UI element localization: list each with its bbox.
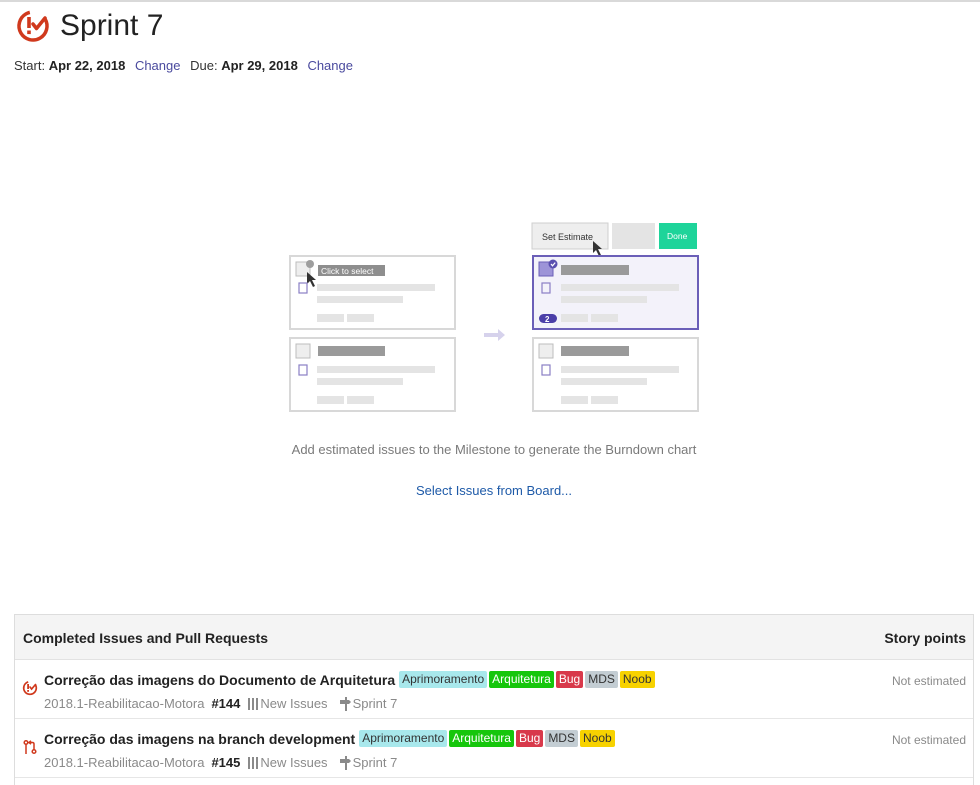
issue-title-line: Correção das imagens na branch developme… <box>44 730 617 747</box>
burndown-empty-illustration: Click to select Set Estimate Done 2 <box>289 222 699 412</box>
pipeline-name: New Issues <box>260 755 328 770</box>
empty-state-message: Add estimated issues to the Milestone to… <box>291 442 697 457</box>
repo-name[interactable]: 2018.1-Reabilitacao-Motora <box>44 696 204 711</box>
issue-number[interactable]: #145 <box>211 755 240 770</box>
panel-header: Completed Issues and Pull Requests Story… <box>15 615 973 660</box>
label-bug[interactable]: Bug <box>515 730 544 747</box>
estimate-badge-text: 2 <box>545 315 550 324</box>
select-issues-link[interactable]: Select Issues from Board... <box>416 483 572 498</box>
milestone-signpost-icon <box>339 696 351 711</box>
pull-request-icon <box>23 739 37 755</box>
completed-issues-panel: Completed Issues and Pull Requests Story… <box>14 614 974 785</box>
illustration-card-selected: 2 <box>532 255 699 330</box>
issue-title[interactable]: Correção das imagens do Documento de Arq… <box>44 672 395 688</box>
done-text: Done <box>667 231 688 241</box>
issue-meta: 2018.1-Reabilitacao-Motora #145 New Issues… <box>44 755 397 770</box>
label-aprimoramento[interactable]: Aprimoramento <box>399 671 488 688</box>
label-arquitetura[interactable]: Arquitetura <box>449 730 514 747</box>
change-due-link[interactable]: Change <box>307 58 353 73</box>
story-points-value[interactable]: Not estimated <box>892 733 966 747</box>
due-date: Apr 29, 2018 <box>221 58 298 73</box>
top-border <box>0 0 980 2</box>
illustration-toolbar: Set Estimate Done <box>531 222 697 256</box>
issue-row[interactable]: Correção das imagens na branch developme… <box>15 719 973 778</box>
issue-milestone: Sprint 7 <box>352 755 398 770</box>
milestone-icon <box>17 10 49 42</box>
issue-title-line: Correção das imagens do Documento de Arq… <box>44 671 657 688</box>
label-noob[interactable]: Noob <box>619 671 655 688</box>
milestone-signpost-icon <box>339 755 351 770</box>
label-noob[interactable]: Noob <box>579 730 615 747</box>
repo-name[interactable]: 2018.1-Reabilitacao-Motora <box>44 755 204 770</box>
label-aprimoramento[interactable]: Aprimoramento <box>359 730 448 747</box>
page-title: Sprint 7 <box>60 9 164 42</box>
label-mds[interactable]: MDS <box>585 671 618 688</box>
illustration-card-plain-2 <box>532 337 699 412</box>
pipeline-icon <box>248 756 259 769</box>
set-estimate-text: Set Estimate <box>542 232 593 242</box>
label-arquitetura[interactable]: Arquitetura <box>489 671 554 688</box>
arrow-right-icon <box>484 329 505 341</box>
panel-heading: Completed Issues and Pull Requests <box>23 630 269 646</box>
story-points-value[interactable]: Not estimated <box>892 674 966 688</box>
change-start-link[interactable]: Change <box>135 58 181 73</box>
issue-number[interactable]: #144 <box>211 696 240 711</box>
issue-title[interactable]: Correção das imagens na branch developme… <box>44 731 355 747</box>
illustration-card-plain <box>289 337 456 412</box>
milestone-header: Sprint 7 <box>16 8 163 44</box>
pipeline-icon <box>248 697 259 710</box>
story-points-heading: Story points <box>884 630 966 646</box>
label-bug[interactable]: Bug <box>555 671 584 688</box>
issue-milestone: Sprint 7 <box>352 696 398 711</box>
start-date: Apr 22, 2018 <box>48 58 126 73</box>
pipeline-name: New Issues <box>260 696 328 711</box>
issue-row[interactable]: Correção das imagens do Documento de Arq… <box>15 660 973 719</box>
click-to-select-text: Click to select <box>321 266 374 276</box>
start-label: Start: <box>14 58 46 73</box>
issue-meta: 2018.1-Reabilitacao-Motora #144 New Issues… <box>44 696 397 711</box>
illustration-card-selectable: Click to select <box>289 255 456 330</box>
milestone-dates: Start: Apr 22, 2018 Change Due: Apr 29, … <box>14 58 353 73</box>
due-label: Due: <box>190 58 218 73</box>
issue-closed-icon <box>22 680 38 696</box>
label-mds[interactable]: MDS <box>545 730 578 747</box>
